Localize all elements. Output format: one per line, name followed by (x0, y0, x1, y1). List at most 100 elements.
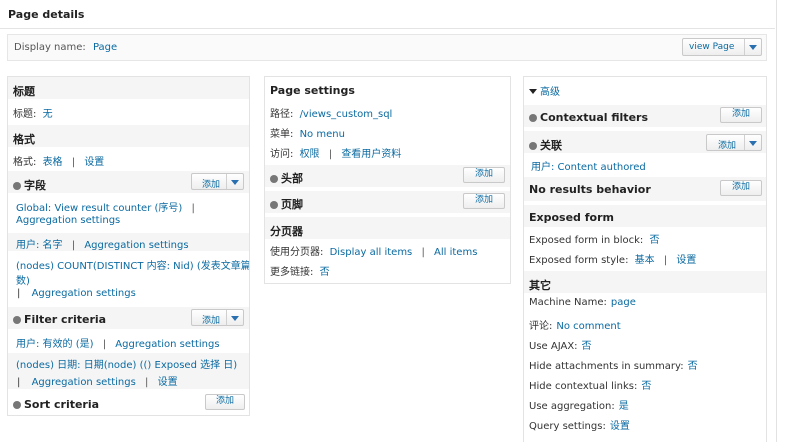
other-item-link[interactable]: 否 (688, 361, 698, 372)
view-page-label: view Page (689, 42, 735, 52)
exposed-header: Exposed form (529, 211, 614, 224)
field-link[interactable]: Global: View result counter (序号) (16, 203, 182, 214)
fields-add-label: 添加 (202, 180, 221, 190)
sort-header: Sort criteria (24, 398, 100, 411)
path-row: 路径: /views_custom_sql (265, 103, 510, 121)
footer-add-button[interactable]: 添加 (463, 193, 505, 209)
display-name-bar: Display name: Page view Page (7, 34, 767, 61)
pager-header-row: 分页器 (265, 217, 510, 239)
contextual-header: Contextual filters (540, 111, 649, 124)
no-results-header: No results behavior (529, 183, 651, 196)
gear-icon[interactable] (13, 316, 21, 324)
other-item-link[interactable]: 否 (582, 341, 592, 352)
other-item-link[interactable]: page (611, 297, 636, 308)
column-basic: 标题 标题: 无 格式 格式: 表格 | 设置 字段 添加 Global: Vi… (7, 76, 250, 416)
access-link[interactable]: 权限 (300, 149, 320, 160)
filter-header: Filter criteria (24, 313, 107, 326)
filter-aggregation-link[interactable]: Aggregation settings (115, 339, 219, 350)
sort-header-row: Sort criteria 添加 (8, 393, 249, 415)
exposed-style-settings-link[interactable]: 设置 (676, 255, 696, 266)
advanced-toggle-link[interactable]: 高级 (540, 87, 560, 98)
filter-settings-link[interactable]: 设置 (158, 377, 178, 388)
field-item: Global: View result counter (序号) | Aggre… (16, 203, 195, 226)
fields-header: 字段 (24, 179, 46, 192)
path-link[interactable]: /views_custom_sql (300, 109, 393, 120)
menu-link[interactable]: No menu (300, 129, 345, 140)
chevron-down-icon[interactable] (744, 39, 761, 55)
gear-icon[interactable] (270, 175, 278, 183)
view-page-dropdown[interactable]: view Page (682, 38, 762, 56)
other-item: Query settings: 设置 (529, 421, 630, 432)
other-item-link[interactable]: 是 (619, 401, 629, 412)
other-item-link[interactable]: No comment (556, 321, 620, 332)
no-results-add-button[interactable]: 添加 (720, 180, 762, 196)
exposed-style-link[interactable]: 基本 (635, 255, 655, 266)
field-item: 用户: 名字 | Aggregation settings (8, 233, 249, 251)
more-link-row: 更多链接: 否 (265, 261, 510, 279)
header-add-button[interactable]: 添加 (463, 167, 505, 183)
contextual-add-button[interactable]: 添加 (720, 107, 762, 123)
relationship-add-dropdown[interactable]: 添加 (706, 134, 762, 151)
chevron-down-icon[interactable] (744, 135, 761, 150)
field-link-cont[interactable]: 数) (16, 272, 30, 287)
other-header: 其它 (529, 279, 551, 292)
footer-section-row: 页脚 添加 (265, 191, 510, 213)
field-aggregation-link[interactable]: Aggregation settings (16, 215, 120, 226)
exposed-block-label: Exposed form in block: (529, 235, 644, 246)
field-link[interactable]: (nodes) COUNT(DISTINCT 内容: Nid) (发表文章篇 (16, 257, 249, 272)
exposed-style-row: Exposed form style: 基本 | 设置 (529, 255, 697, 266)
header-section-header: 头部 (281, 172, 303, 185)
gear-icon[interactable] (13, 401, 21, 409)
other-item: Hide contextual links: 否 (529, 381, 652, 392)
no-results-row: No results behavior 添加 (524, 177, 766, 201)
filter-add-label: 添加 (202, 316, 221, 326)
other-item: Machine Name: page (529, 297, 636, 308)
gear-icon[interactable] (13, 182, 21, 190)
format-settings-link[interactable]: 设置 (84, 157, 104, 168)
format-value-link[interactable]: 表格 (43, 157, 63, 168)
field-aggregation-link[interactable]: Aggregation settings (84, 240, 188, 251)
chevron-down-icon[interactable] (226, 174, 243, 189)
pager-use-link[interactable]: Display all items (330, 247, 413, 258)
filter-link[interactable]: (nodes) 日期: 日期(node) (() Exposed 选择 日) (16, 356, 237, 371)
other-item-link[interactable]: 设置 (610, 421, 630, 432)
right-divider (776, 0, 777, 442)
format-row: 格式: 表格 | 设置 (13, 157, 105, 168)
chevron-down-icon[interactable] (226, 310, 243, 325)
filter-aggregation-link[interactable]: Aggregation settings (32, 377, 136, 388)
relationship-item: 用户: Content authored (524, 155, 766, 173)
page-settings-header-row: Page settings (265, 77, 510, 99)
other-item-link[interactable]: 否 (641, 381, 651, 392)
title-row: 标题: 无 (8, 103, 249, 121)
display-name-link[interactable]: Page (93, 42, 117, 53)
field-aggregation-link[interactable]: Aggregation settings (32, 288, 136, 299)
menu-label: 菜单: (270, 129, 294, 140)
title-value-link[interactable]: 无 (43, 109, 53, 120)
field-link[interactable]: 用户: 名字 (16, 240, 63, 251)
display-name-label: Display name: (14, 42, 86, 53)
format-header-row: 格式 (8, 125, 249, 147)
format-section-header: 格式 (13, 133, 35, 146)
display-name-row: Display name: Page (14, 42, 117, 53)
gear-icon[interactable] (529, 142, 537, 150)
filter-add-dropdown[interactable]: 添加 (191, 309, 244, 326)
other-item: Use AJAX: 否 (529, 341, 592, 352)
title-section-header: 标题 (13, 85, 35, 98)
filter-link[interactable]: 用户: 有效的 (是) (16, 339, 94, 350)
header-section-row: 头部 添加 (265, 165, 510, 187)
gear-icon[interactable] (529, 114, 537, 122)
fields-add-dropdown[interactable]: 添加 (191, 173, 244, 190)
relationship-link[interactable]: 用户: Content authored (531, 158, 646, 173)
pager-items-link[interactable]: All items (434, 247, 477, 258)
access-row: 访问: 权限 | 查看用户资料 (270, 149, 402, 160)
exposed-block-link[interactable]: 否 (649, 235, 659, 246)
pager-use-row: 使用分页器: Display all items | All items (270, 247, 478, 258)
page-title: Page details (8, 8, 85, 21)
pager-use-label: 使用分页器: (270, 247, 324, 258)
sort-add-button[interactable]: 添加 (205, 394, 245, 410)
more-link-value[interactable]: 否 (320, 267, 330, 278)
access-extra-link[interactable]: 查看用户资料 (341, 149, 401, 160)
gear-icon[interactable] (270, 201, 278, 209)
other-item: 评论: No comment (529, 321, 621, 332)
title-label: 标题: (13, 109, 37, 120)
